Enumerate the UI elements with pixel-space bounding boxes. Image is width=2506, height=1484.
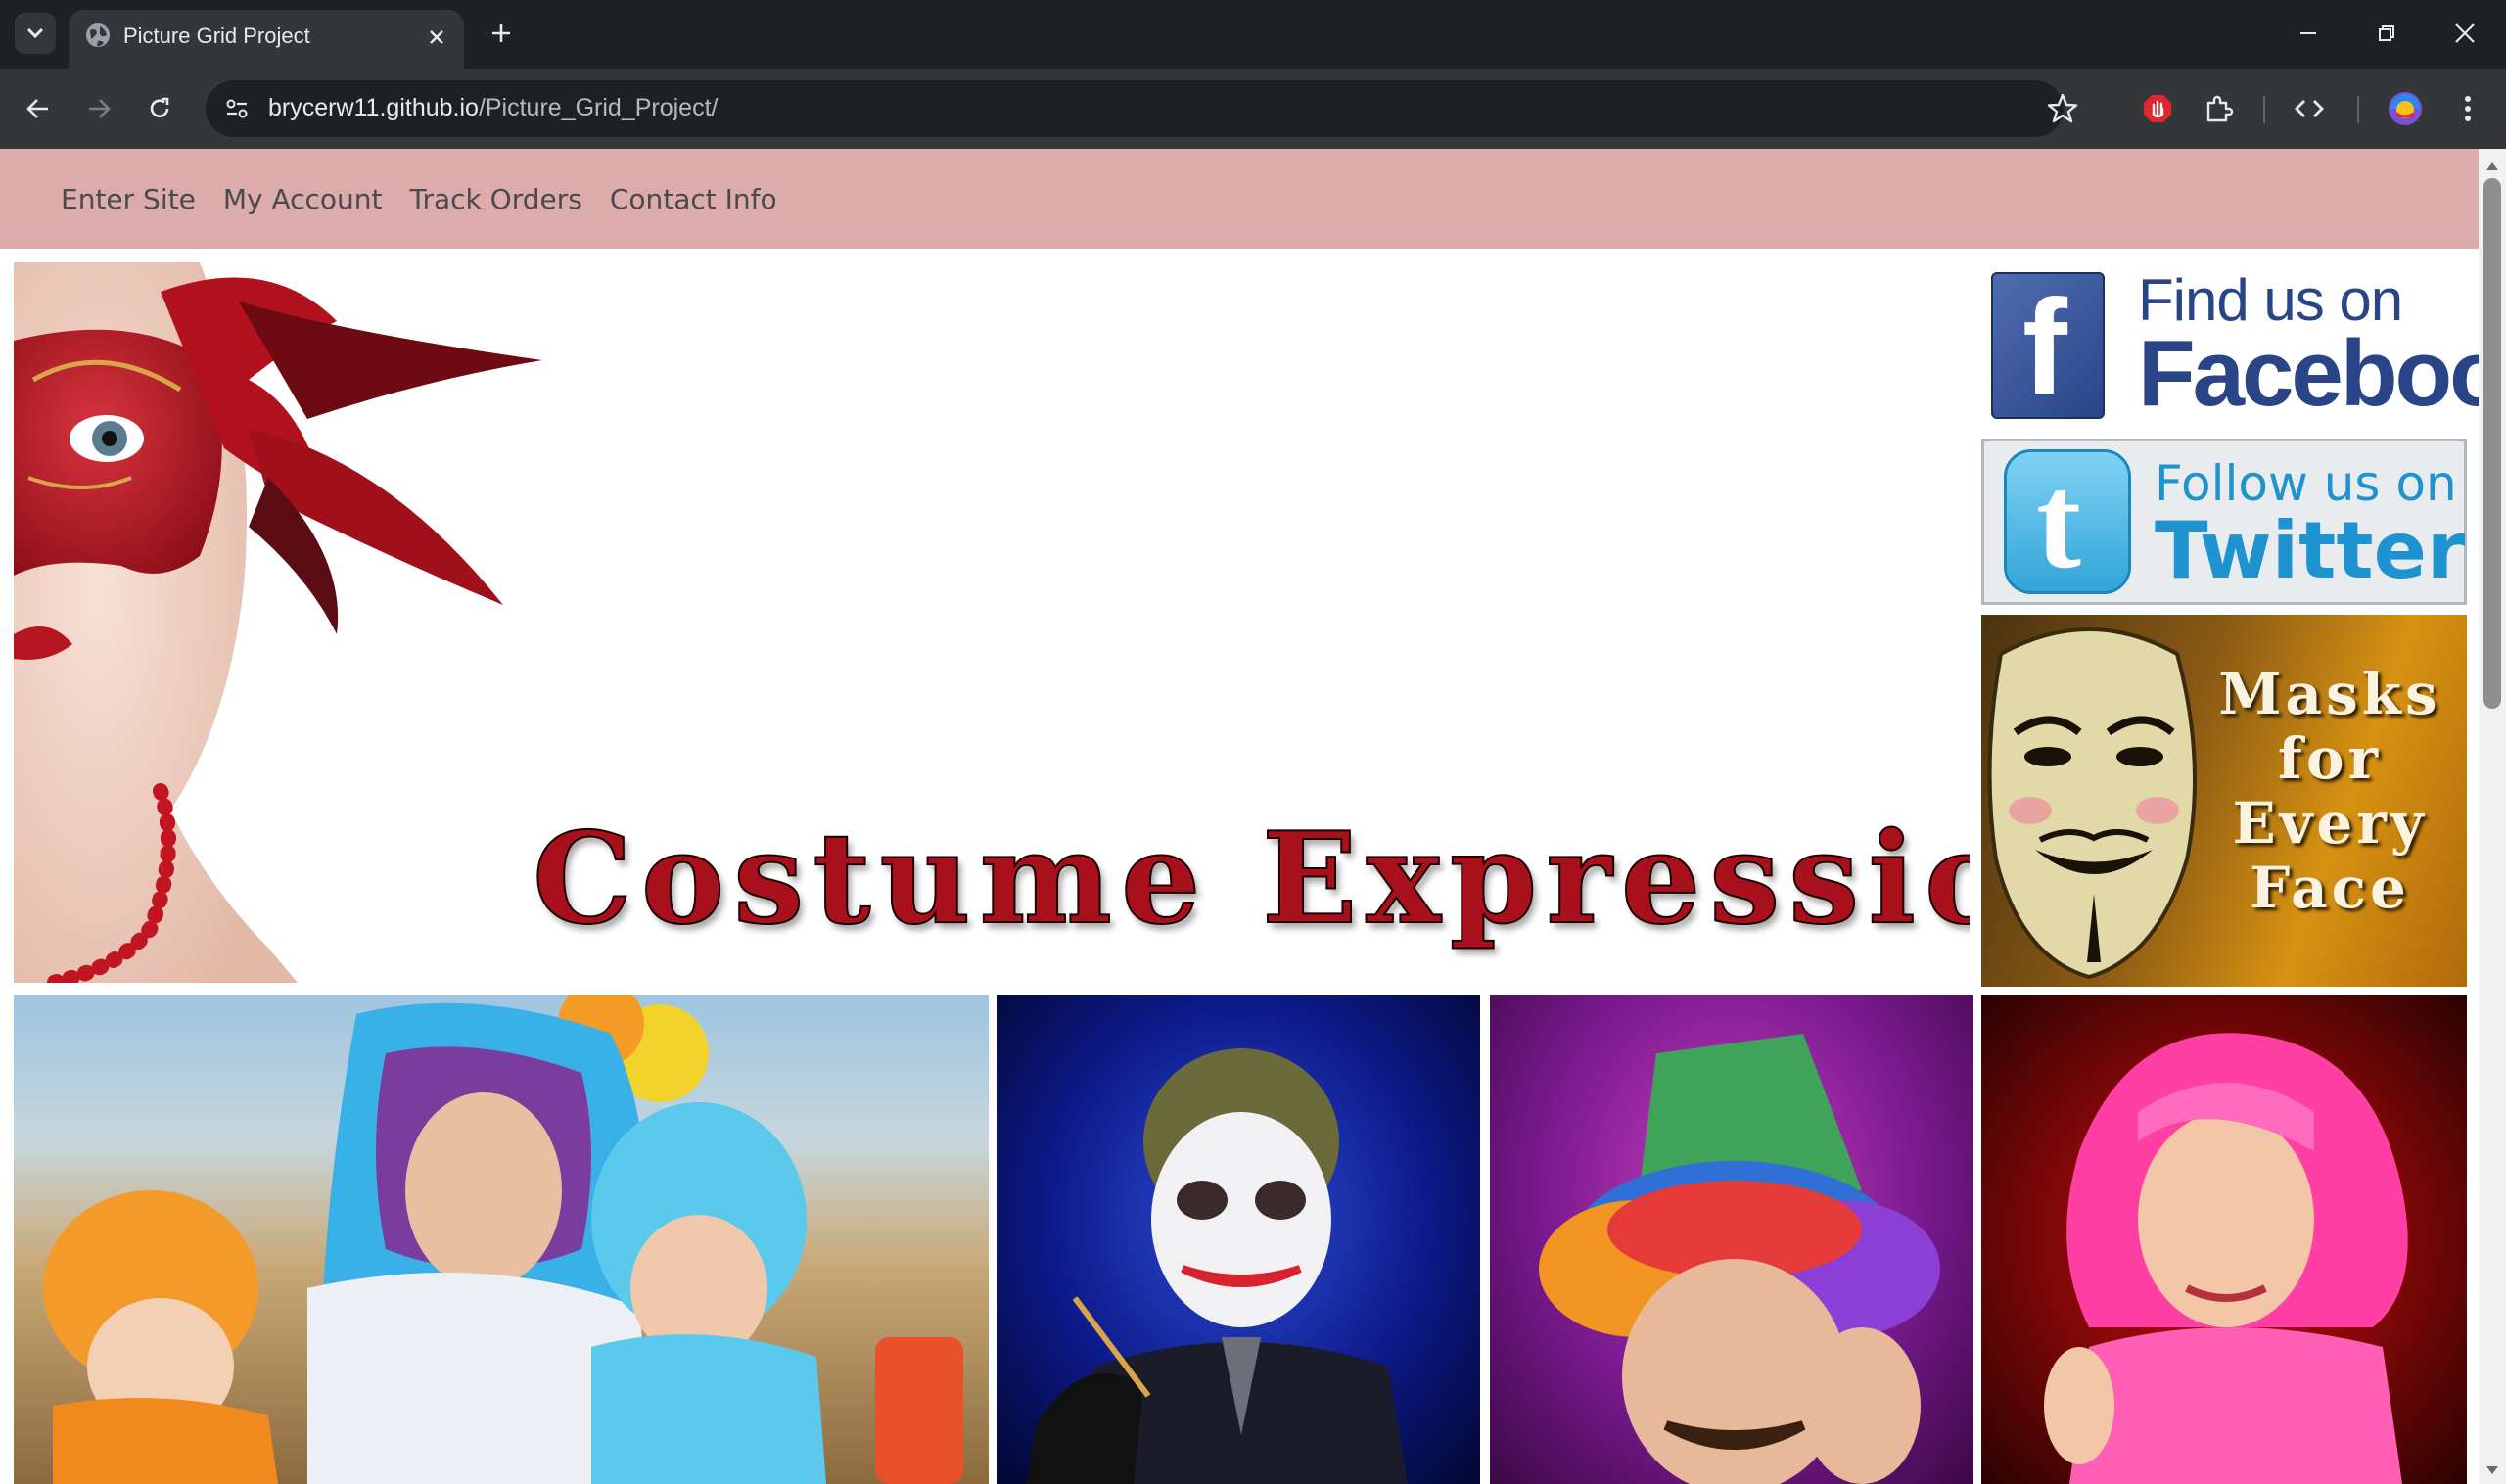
masks-promo-line: Masks xyxy=(2218,661,2441,727)
page-scrollbar[interactable] xyxy=(2479,149,2506,1484)
clown-costume-photo[interactable] xyxy=(1490,995,1973,1484)
pink-wig-photo-illustration xyxy=(2044,1033,2408,1484)
url-host: brycerw11.github.io xyxy=(268,94,479,121)
reload-button[interactable] xyxy=(139,88,180,129)
twitter-banner[interactable]: t Follow us on Twitter xyxy=(1981,439,2467,605)
nav-link-track-orders[interactable]: Track Orders xyxy=(410,183,582,215)
twitter-logo-letter: t xyxy=(2036,446,2081,596)
toolbar-divider xyxy=(2357,96,2359,123)
site-navigation: Enter Site My Account Track Orders Conta… xyxy=(0,149,2479,249)
new-tab-button[interactable] xyxy=(484,16,519,51)
url-path: /Picture_Grid_Project/ xyxy=(478,94,719,121)
url-text[interactable]: brycerw11.github.io/Picture_Grid_Project… xyxy=(268,94,718,122)
masks-promo-line: Every xyxy=(2232,790,2428,857)
scroll-down-arrow[interactable] xyxy=(2486,1466,2498,1474)
forward-icon xyxy=(89,99,111,118)
guy-fawkes-mask-icon xyxy=(1987,627,2197,980)
window-close-icon xyxy=(2455,23,2475,43)
adblock-extension-button[interactable] xyxy=(2137,88,2178,129)
minimize-icon xyxy=(2300,32,2316,34)
more-icon xyxy=(2465,96,2471,121)
close-icon xyxy=(430,30,443,44)
masks-promo-line: for xyxy=(2277,725,2383,792)
clown-photo-illustration xyxy=(1539,1034,1940,1484)
forward-button[interactable] xyxy=(78,88,119,129)
profile-icon xyxy=(2389,92,2422,125)
star-icon xyxy=(2047,93,2078,123)
devtools-button[interactable] xyxy=(2289,88,2330,129)
masks-promo-banner[interactable]: Masks for Every Face xyxy=(1981,615,2467,987)
facebook-wordmark: Facebook xyxy=(2138,321,2479,426)
family-photo-illustration xyxy=(43,995,963,1484)
joker-photo-illustration xyxy=(1026,1048,1408,1484)
scroll-up-arrow[interactable] xyxy=(2486,162,2498,170)
browser-tab-bar: Picture Grid Project xyxy=(0,0,2506,69)
back-icon xyxy=(26,99,48,118)
chevron-down-icon xyxy=(26,27,44,39)
window-close-button[interactable] xyxy=(2443,14,2486,53)
back-button[interactable] xyxy=(18,88,59,129)
twitter-caption: Follow us on xyxy=(2155,455,2457,512)
profile-button[interactable] xyxy=(2385,88,2426,129)
web-page: Enter Site My Account Track Orders Conta… xyxy=(0,149,2479,1484)
twitter-wordmark: Twitter xyxy=(2155,505,2466,596)
nav-link-contact-info[interactable]: Contact Info xyxy=(610,183,777,215)
reload-icon xyxy=(150,97,169,117)
hero-banner: Costume Expressions xyxy=(14,262,1970,983)
devtools-icon xyxy=(2295,100,2324,117)
extensions-button[interactable] xyxy=(2198,88,2239,129)
extensions-icon xyxy=(2206,95,2234,122)
nav-link-enter-site[interactable]: Enter Site xyxy=(61,183,196,215)
restore-icon xyxy=(2379,25,2394,41)
tab-close-button[interactable] xyxy=(423,23,450,51)
globe-icon xyxy=(86,23,110,47)
nav-link-my-account[interactable]: My Account xyxy=(223,183,383,215)
browser-tab[interactable]: Picture Grid Project xyxy=(69,10,464,69)
toolbar-divider xyxy=(2263,96,2265,123)
brand-logo: Costume Expressions xyxy=(532,805,1970,953)
scroll-thumb[interactable] xyxy=(2483,178,2501,709)
twitter-icon: t xyxy=(2004,449,2131,594)
site-info-icon xyxy=(226,99,248,118)
restore-button[interactable] xyxy=(2365,14,2408,53)
pink-wig-costume-photo[interactable] xyxy=(1981,995,2467,1484)
facebook-icon: f xyxy=(1991,272,2105,419)
facebook-banner[interactable]: f Find us on Facebook xyxy=(1981,262,2479,423)
tab-list-button[interactable] xyxy=(15,13,56,54)
more-menu-button[interactable] xyxy=(2447,88,2488,129)
minimize-button[interactable] xyxy=(2287,14,2330,53)
family-monster-costumes-photo[interactable] xyxy=(14,995,989,1484)
facebook-logo-letter: f xyxy=(2022,272,2067,423)
browser-toolbar: brycerw11.github.io/Picture_Grid_Project… xyxy=(0,69,2506,149)
adblock-icon xyxy=(2144,95,2171,122)
address-bar[interactable]: brycerw11.github.io/Picture_Grid_Project… xyxy=(206,80,2078,137)
tab-title: Picture Grid Project xyxy=(123,23,310,48)
joker-costume-photo[interactable] xyxy=(997,995,1480,1484)
plus-icon xyxy=(492,24,510,42)
masks-promo-line: Face xyxy=(2250,855,2410,921)
masks-promo-text: Masks for Every Face xyxy=(2203,662,2457,920)
masked-woman-image xyxy=(14,262,542,983)
bookmark-button[interactable] xyxy=(2046,92,2079,129)
site-info-button[interactable] xyxy=(219,91,255,126)
